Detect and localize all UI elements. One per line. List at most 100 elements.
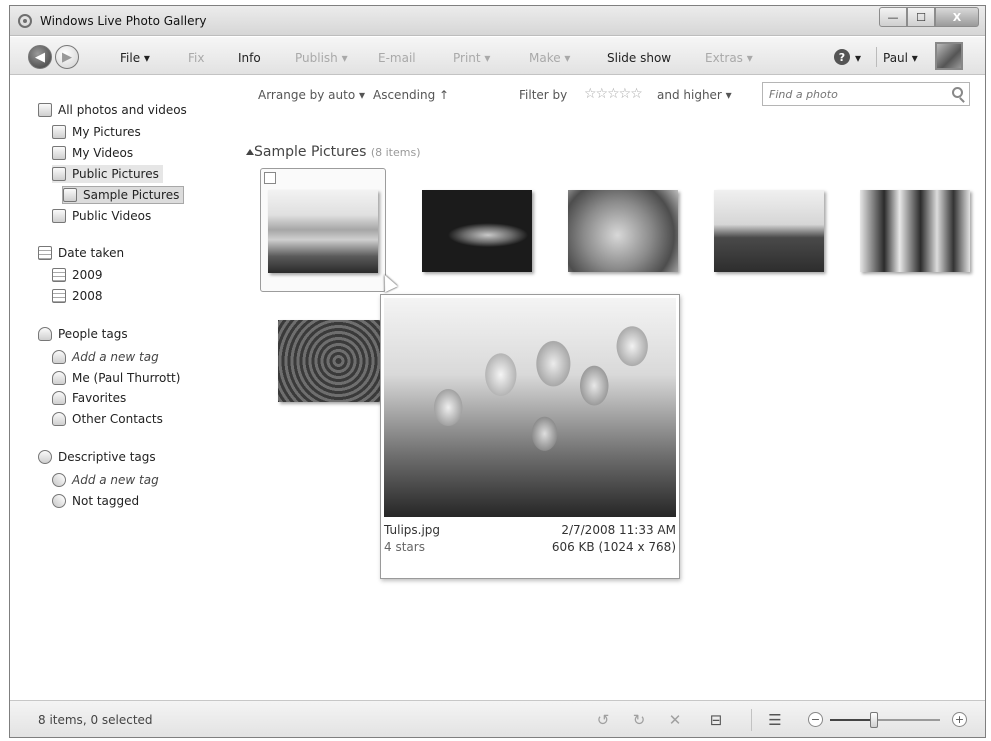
- preview-rating: 4 stars: [384, 540, 425, 554]
- zoom-slider[interactable]: [830, 712, 940, 728]
- collapse-group-icon[interactable]: [246, 149, 254, 155]
- maximize-button[interactable]: ☐: [907, 7, 935, 27]
- folder-icon: [52, 146, 66, 160]
- folder-icon: [52, 167, 66, 181]
- zoom-slider-fill: [830, 719, 874, 721]
- title-bar: Windows Live Photo Gallery — ☐ X: [10, 6, 985, 36]
- menu-slide-show[interactable]: Slide show: [607, 51, 671, 65]
- menu-make[interactable]: Make ▾: [529, 51, 570, 65]
- rating-filter-dropdown[interactable]: and higher ▾: [657, 88, 732, 102]
- nav-people-tags[interactable]: People tags: [38, 325, 128, 343]
- close-button[interactable]: X: [935, 7, 979, 27]
- command-bar: ◀ ▶ File ▾ Fix Info Publish ▾ E-mail Pri…: [10, 37, 985, 75]
- filter-bar: Arrange by auto ▾ Ascending ↑ Filter by …: [236, 76, 985, 108]
- sort-order-toggle[interactable]: Ascending ↑: [373, 88, 449, 102]
- help-icon[interactable]: ?: [834, 49, 850, 65]
- preview-size: 606 KB (1024 x 768): [551, 540, 676, 554]
- group-header[interactable]: Sample Pictures (8 items): [254, 144, 421, 160]
- nav-other-contacts[interactable]: Other Contacts: [52, 410, 163, 428]
- status-bar: 8 items, 0 selected ↺ ↻ ✕ ⊟ ☰ − +: [10, 700, 985, 737]
- thumbnail-penguins[interactable]: [860, 190, 970, 272]
- status-text: 8 items, 0 selected: [38, 713, 153, 727]
- delete-icon[interactable]: ✕: [666, 711, 684, 729]
- nav-add-person-tag[interactable]: Add a new tag: [52, 348, 159, 366]
- toolbar-separator: [876, 47, 877, 67]
- thumbnail-koala[interactable]: [568, 190, 678, 272]
- nav-date-2008[interactable]: 2008: [52, 287, 103, 305]
- tag-icon: [49, 491, 69, 511]
- people-icon: [38, 327, 52, 341]
- preview-filename: Tulips.jpg: [384, 523, 441, 537]
- group-count: (8 items): [370, 146, 421, 159]
- menu-publish[interactable]: Publish ▾: [295, 51, 348, 65]
- add-tag-icon: [49, 470, 69, 490]
- preview-image: [384, 298, 676, 517]
- nav-date-2009[interactable]: 2009: [52, 266, 103, 284]
- rotate-right-icon[interactable]: ↻: [630, 711, 648, 729]
- folder-icon: [52, 125, 66, 139]
- group-title: Sample Pictures: [254, 144, 367, 160]
- slideshow-icon[interactable]: ⊟: [707, 711, 725, 729]
- avatar[interactable]: [935, 42, 963, 70]
- rotate-left-icon[interactable]: ↺: [594, 711, 612, 729]
- zoom-in-button[interactable]: +: [952, 712, 967, 727]
- minimize-button[interactable]: —: [879, 7, 907, 27]
- nav-my-videos[interactable]: My Videos: [52, 144, 133, 162]
- nav-not-tagged[interactable]: Not tagged: [49, 491, 139, 511]
- window-title: Windows Live Photo Gallery: [40, 14, 207, 28]
- nav-all-photos-and-videos[interactable]: All photos and videos: [38, 101, 187, 119]
- photo-gallery-window: Windows Live Photo Gallery — ☐ X ◀ ▶ Fil…: [9, 5, 986, 738]
- nav-my-pictures[interactable]: My Pictures: [52, 123, 141, 141]
- back-arrow-icon[interactable]: ◀: [28, 45, 52, 69]
- zoom-out-button[interactable]: −: [808, 712, 823, 727]
- nav-add-descriptive-tag[interactable]: Add a new tag: [49, 470, 159, 490]
- group-icon: [52, 412, 66, 426]
- menu-file[interactable]: File ▾: [120, 51, 150, 65]
- photo-preview-tooltip: Tulips.jpg 2/7/2008 11:33 AM 4 stars 606…: [380, 294, 680, 579]
- calendar-icon: [38, 246, 52, 260]
- folder-icon: [52, 209, 66, 223]
- nav-sample-pictures[interactable]: Sample Pictures: [62, 186, 185, 204]
- status-separator: [751, 709, 752, 731]
- preview-datetime: 2/7/2008 11:33 AM: [561, 523, 676, 537]
- thumbnail-jellyfish[interactable]: [422, 190, 532, 272]
- nav-date-taken[interactable]: Date taken: [38, 244, 124, 262]
- nav-descriptive-tags[interactable]: Descriptive tags: [38, 448, 156, 466]
- calendar-icon: [52, 268, 66, 282]
- app-icon: [18, 14, 32, 28]
- caption-buttons: — ☐ X: [879, 7, 979, 27]
- menu-email[interactable]: E-mail: [378, 51, 416, 65]
- thumbnail-checkbox[interactable]: [264, 172, 276, 184]
- nav-public-videos[interactable]: Public Videos: [52, 207, 151, 225]
- user-menu[interactable]: Paul ▾: [883, 51, 918, 65]
- thumbnail-lighthouse[interactable]: [714, 190, 824, 272]
- person-icon: [52, 371, 66, 385]
- group-icon: [52, 391, 66, 405]
- menu-fix[interactable]: Fix: [188, 51, 204, 65]
- gallery-content: Arrange by auto ▾ Ascending ↑ Filter by …: [236, 76, 985, 696]
- nav-person-me[interactable]: Me (Paul Thurrott): [52, 369, 180, 387]
- search-icon[interactable]: [952, 87, 963, 98]
- tag-icon: [38, 450, 52, 464]
- help-dropdown-arrow[interactable]: ▾: [855, 51, 861, 65]
- menu-print[interactable]: Print ▾: [453, 51, 490, 65]
- filter-by-label: Filter by: [519, 88, 568, 102]
- preview-info: Tulips.jpg 2/7/2008 11:33 AM 4 stars 606…: [384, 523, 676, 557]
- library-icon: [38, 103, 52, 117]
- navigation-pane: All photos and videos My Pictures My Vid…: [10, 76, 235, 696]
- forward-arrow-icon[interactable]: ▶: [55, 45, 79, 69]
- add-person-icon: [52, 350, 66, 364]
- search-box: [762, 82, 970, 106]
- thumbnail-chrysanthemum[interactable]: [278, 320, 388, 402]
- folder-icon: [63, 188, 77, 202]
- menu-extras[interactable]: Extras ▾: [705, 51, 753, 65]
- arrange-by-dropdown[interactable]: Arrange by auto ▾: [258, 88, 365, 102]
- details-view-icon[interactable]: ☰: [766, 711, 784, 729]
- search-input[interactable]: [763, 83, 943, 105]
- nav-favorites[interactable]: Favorites: [52, 389, 126, 407]
- thumbnail-tulips[interactable]: [268, 190, 378, 273]
- menu-info[interactable]: Info: [238, 51, 261, 65]
- nav-public-pictures[interactable]: Public Pictures: [52, 165, 163, 183]
- zoom-slider-thumb[interactable]: [870, 712, 878, 728]
- rating-filter-stars[interactable]: ☆☆☆☆☆: [584, 86, 643, 102]
